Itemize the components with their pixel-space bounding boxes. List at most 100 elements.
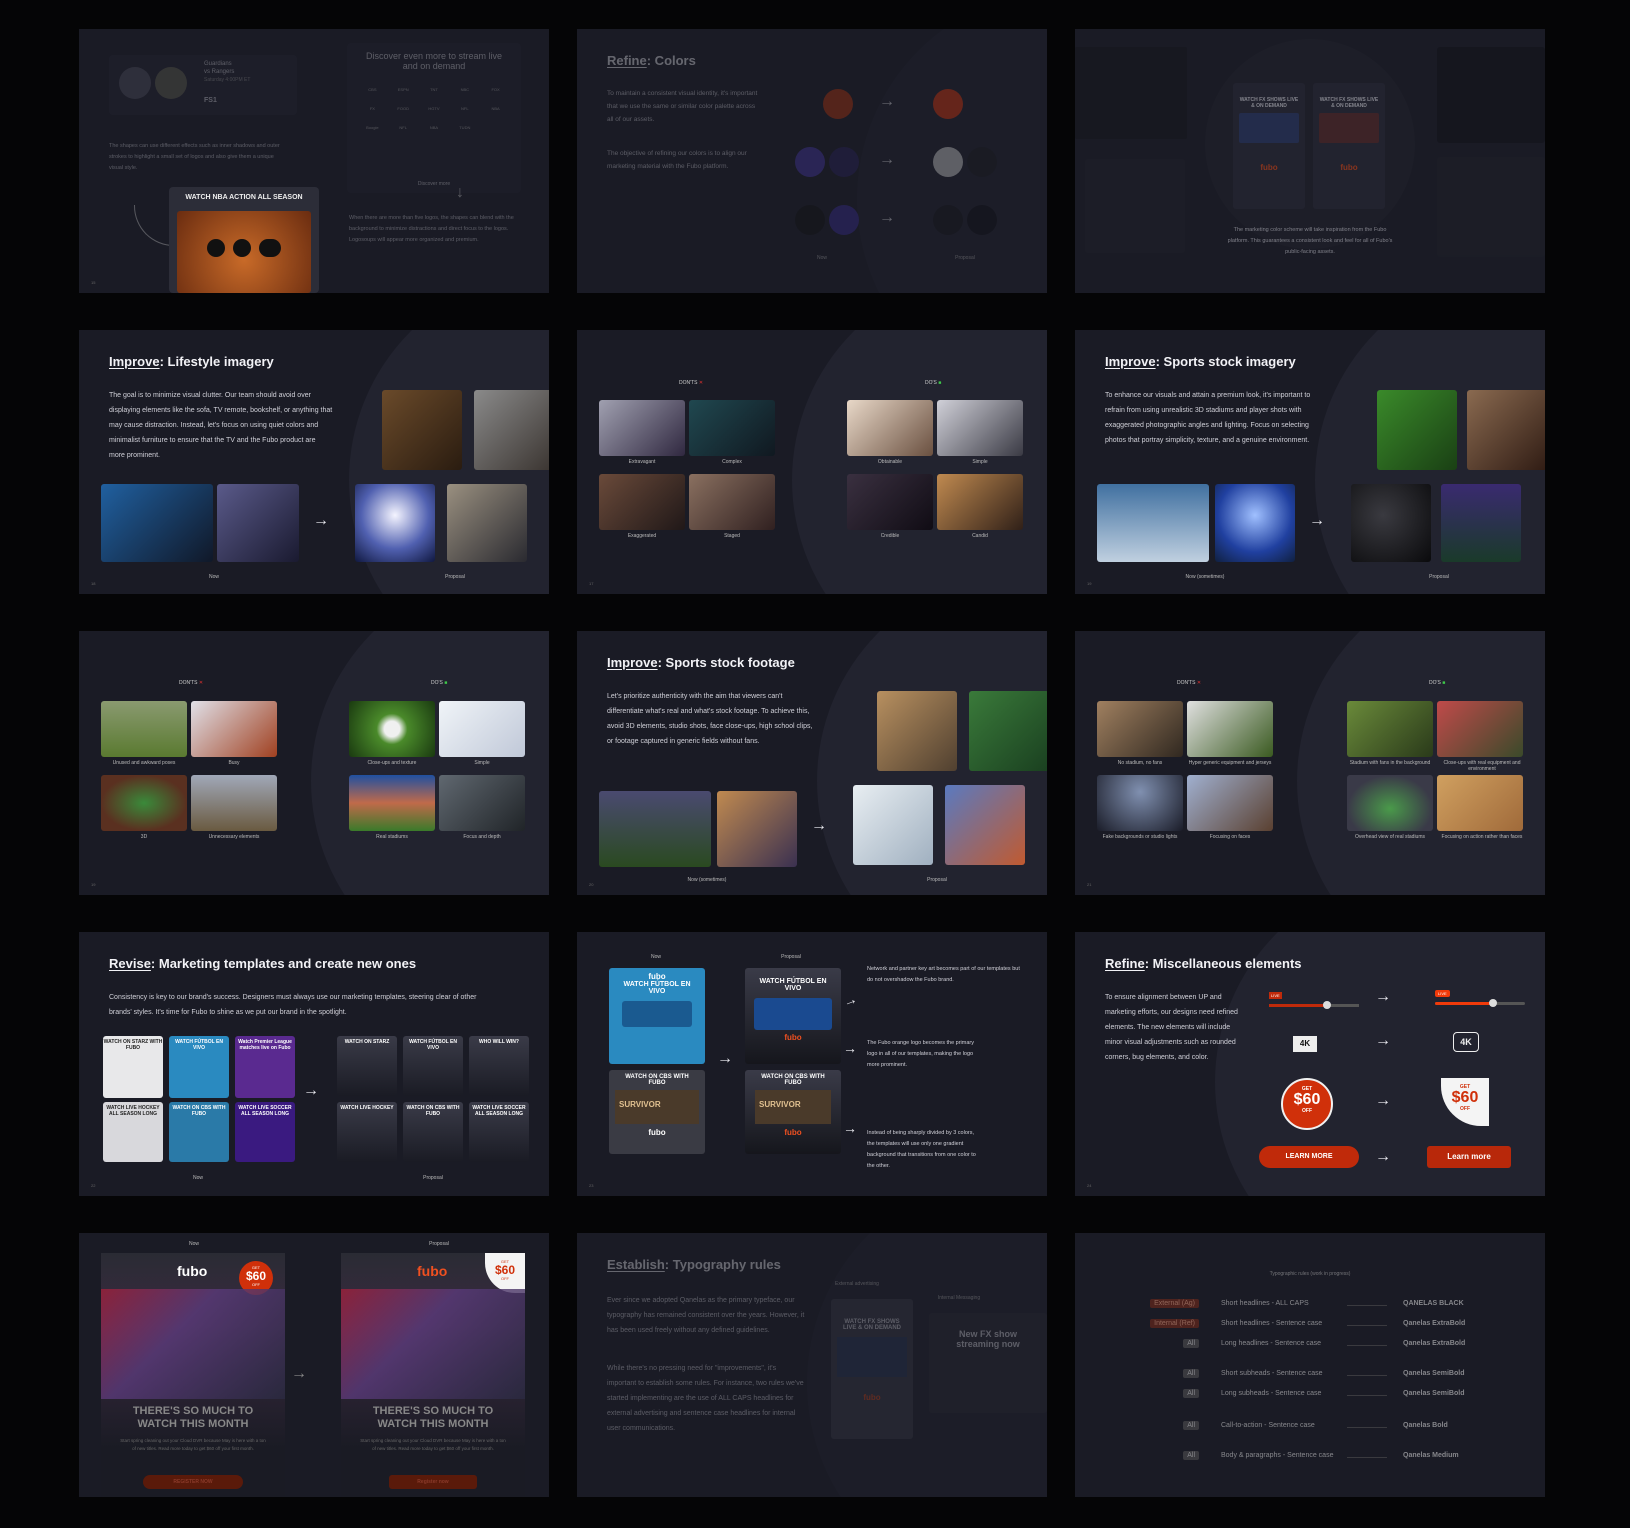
- fx-ad-now: WATCH FX SHOWS LIVE & ON DEMAND fubo: [1233, 83, 1305, 209]
- arrow-icon: →: [1375, 1092, 1391, 1109]
- caption-good-3: Real stadiums: [376, 834, 408, 840]
- template-title: WATCH LIVE HOCKEY ALL SEASON LONG: [106, 1105, 160, 1117]
- network-logo-espn: [259, 239, 281, 257]
- template-title: WATCH FÚTBOL EN VIVO: [409, 1039, 457, 1051]
- color-swatch-prop-1: [933, 89, 963, 119]
- live-bug-now: LIVE: [1269, 992, 1282, 999]
- photo-bad-4: [191, 775, 277, 831]
- offer-off: OFF: [501, 1276, 509, 1281]
- offer-badge-now: GET $60 OFF: [1281, 1078, 1333, 1130]
- page-number: 19: [91, 882, 96, 887]
- arrow-icon: →: [843, 1120, 857, 1136]
- external-ad: WATCH FX SHOWS LIVE & ON DEMAND fubo: [831, 1299, 913, 1439]
- rule-text: Call-to-action - Sentence case: [1221, 1422, 1315, 1429]
- platform-menu-screenshot: [1437, 157, 1545, 257]
- proposal-label: Proposal: [955, 255, 975, 261]
- lifestyle-photo-proposal-2: [474, 390, 549, 470]
- page-number: 15: [91, 280, 96, 285]
- message-title: New FX show streaming now: [956, 1329, 1020, 1349]
- arrow-icon: →: [303, 1082, 319, 1099]
- slide-email-comparison: Now Proposal fubo GET $60 OFF THERE'S SO…: [79, 1233, 549, 1497]
- survivor-art: SURVIVOR: [615, 1090, 699, 1124]
- rule-text: Long subheads - Sentence case: [1221, 1390, 1322, 1397]
- register-button[interactable]: Register now: [389, 1475, 477, 1489]
- lifestyle-photo-now-1: [101, 484, 213, 562]
- template-title: WATCH LIVE HOCKEY: [340, 1105, 394, 1111]
- progress-bar-proposal[interactable]: [1435, 999, 1525, 1007]
- slide-body: Let's prioritize authenticity with the a…: [607, 693, 813, 745]
- fx-ad-proposal: WATCH FX SHOWS LIVE & ON DEMAND fubo: [1313, 83, 1385, 209]
- logo-nbc: NBC: [460, 87, 470, 92]
- caption-good-2: Simple: [972, 459, 988, 465]
- template-title: WATCH ON CBS WITH FUBO: [406, 1105, 460, 1117]
- logo-espn: ESPN: [397, 87, 409, 92]
- rule-text: Long headlines - Sentence case: [1221, 1340, 1322, 1347]
- learn-more-button-proposal[interactable]: Learn more: [1427, 1146, 1511, 1168]
- slide-faded-content: Typographic rules (work in progress) Ext…: [1075, 1233, 1545, 1497]
- photo-bad-4: [1187, 775, 1273, 831]
- arrow-icon: →: [811, 817, 827, 834]
- progress-handle[interactable]: [1489, 999, 1497, 1007]
- now-label: Now: [208, 574, 219, 580]
- blend-text: When there are more than five logos, the…: [349, 215, 514, 243]
- sports-photo-proposal-3: [1351, 484, 1431, 562]
- slide-title: Revise: Marketing templates and create n…: [109, 956, 416, 971]
- slide-typography-rules: Establish: Typography rules Ever since w…: [577, 1233, 1047, 1497]
- caption: The marketing color scheme will take ins…: [1227, 227, 1393, 255]
- internal-label: Internal Messaging: [937, 1295, 981, 1301]
- register-button[interactable]: REGISTER NOW: [143, 1475, 243, 1489]
- title-suffix: : Typography rules: [664, 1257, 781, 1272]
- photo-bad-3: [101, 775, 187, 831]
- email-now: fubo GET $60 OFF THERE'S SO MUCH TO WATC…: [101, 1253, 285, 1497]
- template-title: WATCH LIVE SOCCER ALL SEASON LONG: [238, 1105, 292, 1117]
- slide-template-comparison: Now Proposal fubo WATCH FÚTBOL EN VIVO W…: [577, 932, 1047, 1196]
- arrow-icon: →: [840, 990, 860, 1010]
- arrow-icon: →: [879, 209, 895, 226]
- photo-good-2: [937, 400, 1023, 456]
- arrow-icon: →: [291, 1365, 307, 1382]
- logo-nba-2: NBA: [429, 125, 439, 130]
- donts-label: DON'TS ✕: [179, 680, 203, 686]
- slide-logosoup: Guardians vs Rangers Saturday 4:00PM ET …: [79, 29, 549, 293]
- badge-4k-proposal: 4K: [1453, 1032, 1479, 1052]
- ad-image: [837, 1337, 907, 1377]
- paragraph-1: To maintain a consistent visual identity…: [607, 90, 758, 123]
- title-suffix: : Sports stock imagery: [1155, 354, 1296, 369]
- offer-off: OFF: [252, 1282, 260, 1287]
- color-swatch-prop-2b: [967, 147, 997, 177]
- template-title: Watch Premier League matches live on Fub…: [238, 1039, 292, 1051]
- caption-good-3: Overhead view of real stadiums: [1354, 834, 1426, 840]
- fx-ad-title: WATCH FX SHOWS LIVE & ON DEMAND: [1239, 97, 1299, 109]
- slide-title: Improve: Sports stock footage: [607, 655, 795, 670]
- photo-good-4: [937, 474, 1023, 530]
- lifestyle-photo-now-2: [217, 484, 299, 562]
- network-label: FS1: [204, 97, 217, 104]
- title-suffix: : Miscellaneous elements: [1144, 956, 1302, 971]
- page-number: 22: [91, 1183, 96, 1188]
- photo-good-4: [439, 775, 525, 831]
- template-title: WATCH ON STARZ WITH FUBO: [103, 1039, 163, 1051]
- now-label: Now: [192, 1175, 203, 1181]
- show-collage: [101, 1289, 285, 1399]
- progress-handle[interactable]: [1323, 1001, 1331, 1009]
- sports-photo-proposal-2: [1467, 390, 1545, 470]
- arrow-icon: →: [843, 1040, 857, 1056]
- template-now-2: WATCH FÚTBOL EN VIVO: [169, 1036, 229, 1098]
- slide-body: To ensure alignment between UP and marke…: [1105, 994, 1238, 1061]
- cbs-ad-proposal: WATCH ON CBS WITH FUBO SURVIVOR fubo: [745, 1070, 841, 1154]
- progress-bar-now[interactable]: [1269, 1001, 1359, 1009]
- offer-badge: GET $60 OFF: [485, 1253, 525, 1293]
- slide-faded-content: Refine: Colors To maintain a consistent …: [577, 29, 1047, 293]
- title-prefix: Establish: [607, 1257, 665, 1272]
- page-number: 17: [589, 581, 594, 586]
- ad-title: WATCH ON CBS WITH FUBO: [625, 1074, 689, 1086]
- proposal-label: Proposal: [445, 574, 465, 580]
- photo-good-1: [1347, 701, 1433, 757]
- caption-bad-2: Hyper generic equipment and jerseys: [1188, 760, 1272, 766]
- offer-amount: $60: [1293, 1091, 1321, 1108]
- dos-text: DO'S: [1429, 680, 1441, 686]
- show-collage: [341, 1289, 525, 1399]
- discover-link[interactable]: Discover more: [347, 181, 521, 187]
- learn-more-button-now[interactable]: LEARN MORE: [1259, 1146, 1359, 1168]
- proposal-label: Proposal: [1429, 574, 1449, 580]
